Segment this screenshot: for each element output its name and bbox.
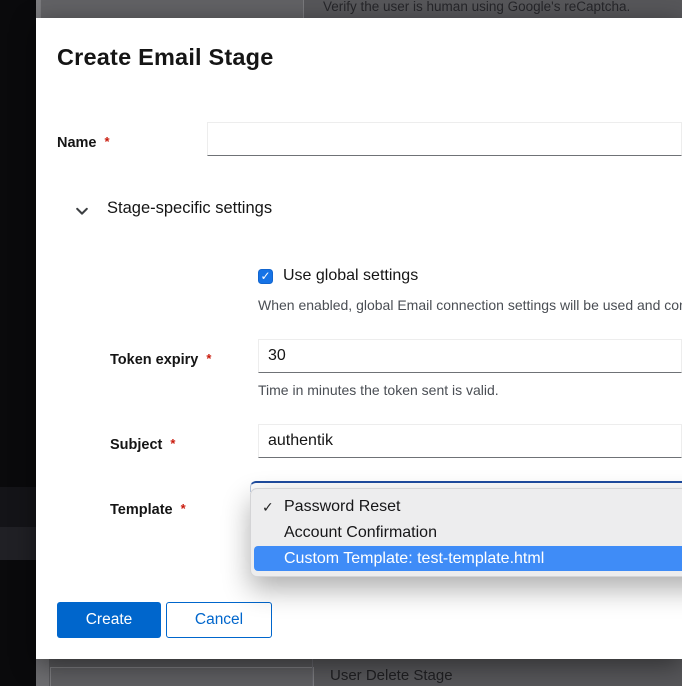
token-expiry-label: Token expiry* xyxy=(110,351,211,368)
use-global-settings-helper: When enabled, global Email connection se… xyxy=(258,297,682,313)
app-root: Verify the user is human using Google's … xyxy=(0,0,682,686)
required-asterisk: * xyxy=(181,501,186,516)
subject-label: Subject* xyxy=(110,436,175,453)
menu-item-account-confirmation[interactable]: Account Confirmation xyxy=(251,520,682,546)
template-dropdown-menu: ✓ Password Reset Account Confirmation Cu… xyxy=(250,488,682,577)
backdrop-description-text: Verify the user is human using Google's … xyxy=(323,0,630,14)
checkmark-icon: ✓ xyxy=(261,269,271,284)
stage-settings-group-toggle[interactable]: Stage-specific settings xyxy=(57,199,317,221)
use-global-settings-checkbox[interactable]: ✓ xyxy=(258,269,273,284)
subject-input[interactable] xyxy=(258,424,682,458)
backdrop-table-column xyxy=(36,659,49,686)
menu-item-custom-template[interactable]: Custom Template: test-template.html xyxy=(254,546,682,571)
backdrop-top: Verify the user is human using Google's … xyxy=(36,0,682,18)
backdrop-row-text: User Delete Stage xyxy=(330,667,453,684)
name-input[interactable] xyxy=(207,122,682,156)
group-title: Stage-specific settings xyxy=(107,199,272,218)
sidebar-item-block xyxy=(0,487,36,527)
backdrop-cell-divider xyxy=(312,659,313,686)
checkmark-icon: ✓ xyxy=(262,494,274,520)
sidebar-item-block xyxy=(0,527,36,560)
use-global-settings-label[interactable]: Use global settings xyxy=(283,267,418,285)
sidebar xyxy=(0,0,36,686)
chevron-down-icon xyxy=(75,204,89,218)
modal-title: Create Email Stage xyxy=(57,44,274,71)
backdrop-input-box xyxy=(40,0,304,18)
token-expiry-input[interactable] xyxy=(258,339,682,373)
token-expiry-helper: Time in minutes the token sent is valid. xyxy=(258,382,682,398)
required-asterisk: * xyxy=(206,351,211,366)
cancel-button[interactable]: Cancel xyxy=(166,602,272,638)
required-asterisk: * xyxy=(105,134,110,149)
template-label: Template* xyxy=(110,501,186,518)
backdrop-input-box xyxy=(50,667,314,686)
required-asterisk: * xyxy=(170,436,175,451)
menu-item-password-reset[interactable]: ✓ Password Reset xyxy=(251,494,682,520)
backdrop-bottom: User Delete Stage xyxy=(36,659,682,686)
name-label: Name* xyxy=(57,134,110,151)
create-button[interactable]: Create xyxy=(57,602,161,638)
